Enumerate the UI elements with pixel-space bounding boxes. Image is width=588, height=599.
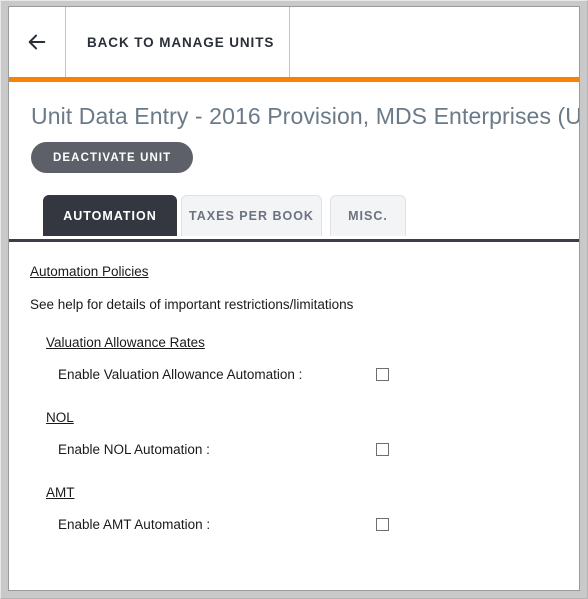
field-row-valuation-allowance-automation: Enable Valuation Allowance Automation : — [9, 367, 579, 387]
field-label-amt-automation: Enable AMT Automation : — [58, 517, 211, 533]
window-frame: BACK TO MANAGE UNITS Unit Data Entry - 2… — [0, 0, 588, 599]
top-navigation-bar: BACK TO MANAGE UNITS — [9, 7, 579, 77]
page-header: Unit Data Entry - 2016 Provision, MDS En… — [9, 82, 580, 174]
back-to-manage-units-label: BACK TO MANAGE UNITS — [87, 34, 275, 50]
field-row-nol-automation: Enable NOL Automation : — [9, 442, 579, 462]
tab-bar: AUTOMATION TAXES PER BOOK MISC. — [9, 192, 579, 239]
back-button[interactable] — [9, 7, 66, 77]
tab-automation[interactable]: AUTOMATION — [43, 195, 177, 237]
tab-taxes-per-book[interactable]: TAXES PER BOOK — [181, 195, 322, 237]
automation-policies-heading: Automation Policies — [30, 264, 149, 280]
field-label-nol-automation: Enable NOL Automation : — [58, 442, 210, 458]
arrow-left-icon — [26, 31, 48, 53]
section-heading-amt: AMT — [46, 485, 75, 501]
tab-misc[interactable]: MISC. — [330, 195, 406, 237]
automation-policies-note: See help for details of important restri… — [30, 297, 354, 313]
checkbox-enable-nol-automation[interactable] — [376, 443, 389, 457]
back-to-manage-units-link[interactable]: BACK TO MANAGE UNITS — [65, 7, 290, 77]
section-heading-nol: NOL — [46, 410, 74, 426]
checkbox-enable-amt-automation[interactable] — [376, 518, 389, 532]
deactivate-unit-button[interactable]: DEACTIVATE UNIT — [31, 142, 194, 174]
application-viewport: BACK TO MANAGE UNITS Unit Data Entry - 2… — [8, 6, 580, 591]
section-heading-valuation-allowance-rates: Valuation Allowance Rates — [46, 335, 205, 351]
automation-tab-panel: Automation Policies See help for details… — [9, 242, 579, 538]
field-label-valuation-allowance-automation: Enable Valuation Allowance Automation : — [58, 367, 303, 383]
checkbox-enable-valuation-allowance-automation[interactable] — [376, 368, 389, 382]
field-row-amt-automation: Enable AMT Automation : — [9, 517, 579, 537]
page-title: Unit Data Entry - 2016 Provision, MDS En… — [31, 103, 580, 129]
